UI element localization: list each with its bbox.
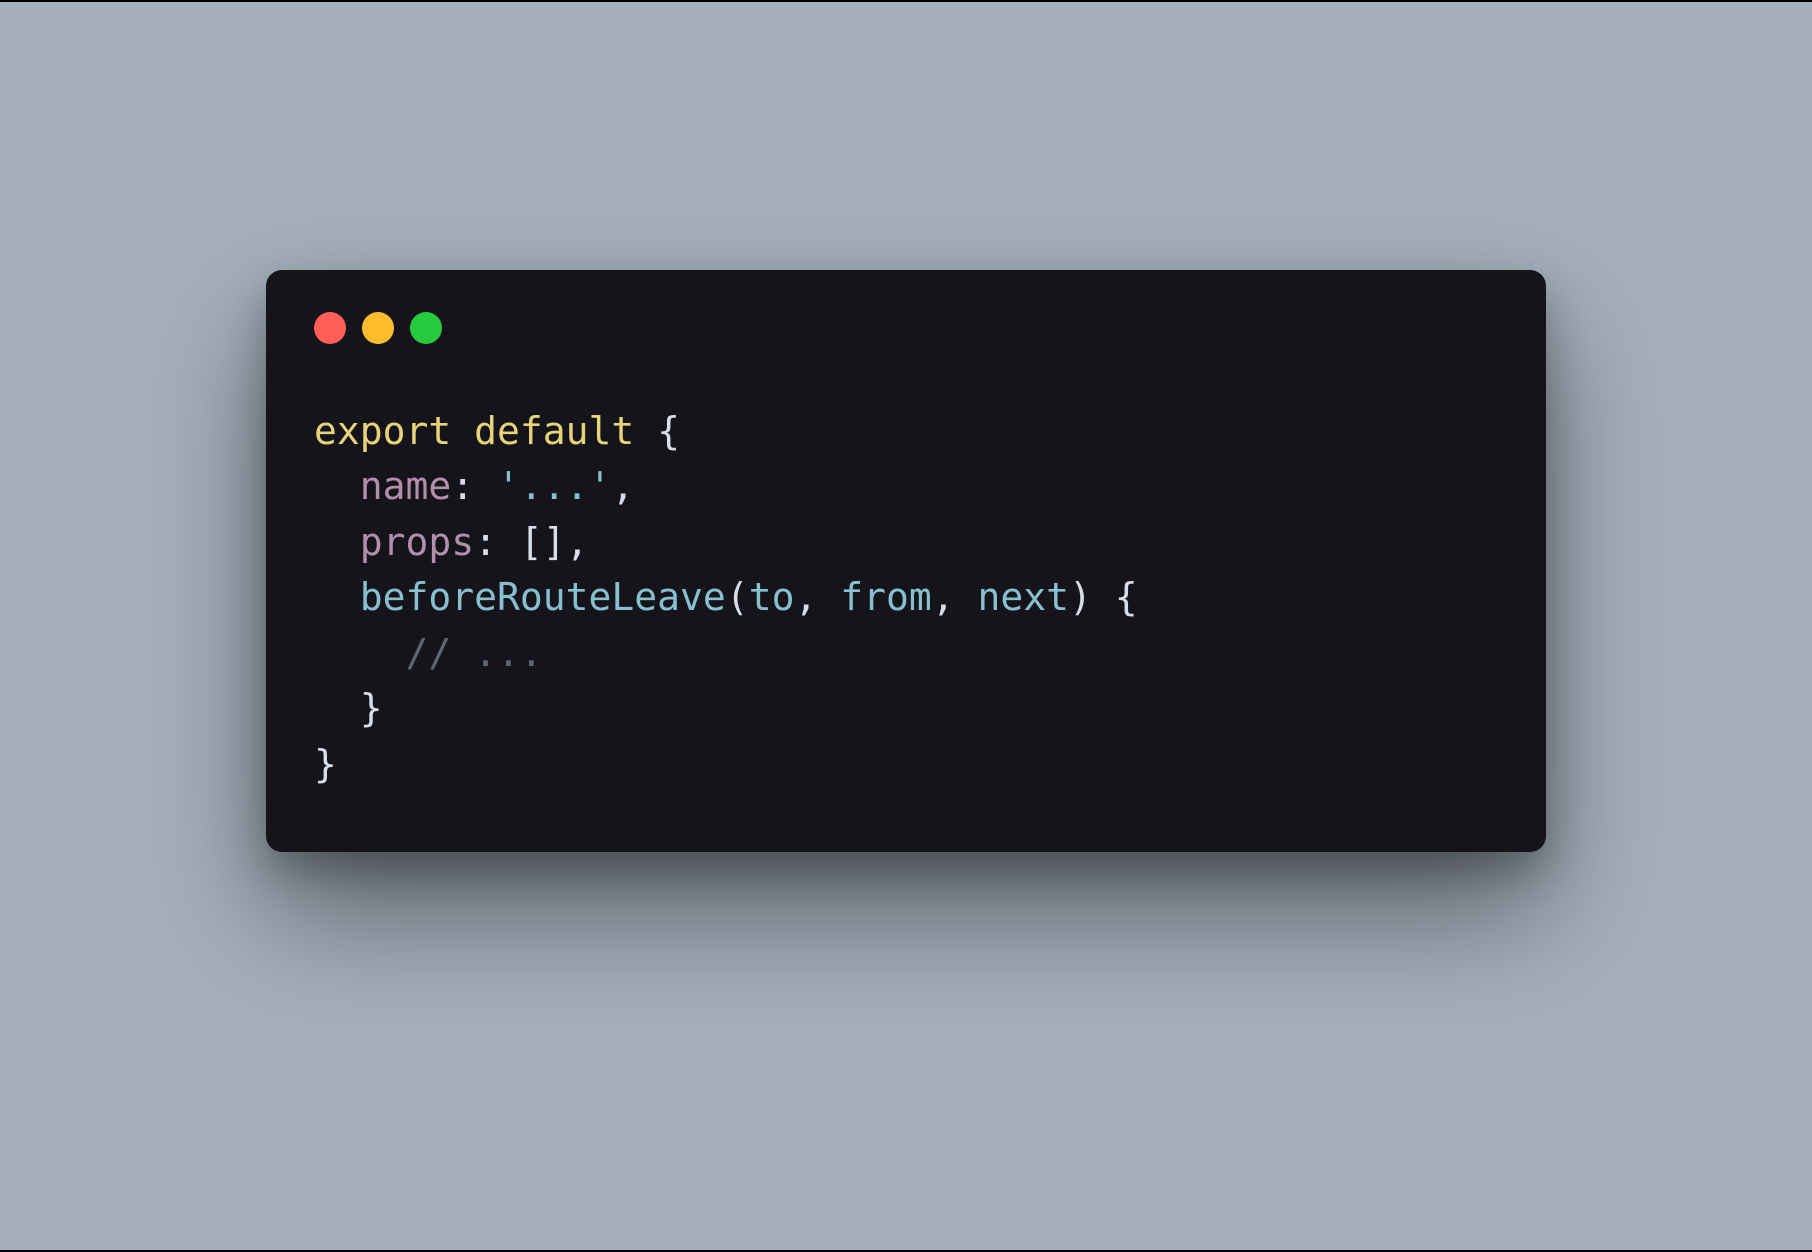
window-titlebar <box>266 270 1546 368</box>
property-props: props <box>360 520 474 564</box>
paren-open: ( <box>726 575 749 619</box>
brace-open: { <box>634 409 680 453</box>
comment: // ... <box>406 631 543 675</box>
indent <box>314 686 360 730</box>
indent <box>314 464 360 508</box>
paren-close-brace: ) { <box>1069 575 1138 619</box>
string-value: '...' <box>497 464 611 508</box>
maximize-icon[interactable] <box>410 312 442 344</box>
property-name: name <box>360 464 452 508</box>
indent <box>314 520 360 564</box>
brace-close: } <box>360 686 383 730</box>
param-to: to <box>749 575 795 619</box>
comma: , <box>611 464 634 508</box>
separator: , <box>794 575 840 619</box>
colon: : <box>451 464 497 508</box>
code-window: export default { name: '...', props: [],… <box>266 270 1546 852</box>
param-next: next <box>978 575 1070 619</box>
close-icon[interactable] <box>314 312 346 344</box>
function-name: beforeRouteLeave <box>360 575 726 619</box>
param-from: from <box>840 575 932 619</box>
array-brackets: [] <box>520 520 566 564</box>
indent <box>314 575 360 619</box>
code-block: export default { name: '...', props: [],… <box>266 368 1546 792</box>
comma: , <box>566 520 589 564</box>
separator: , <box>932 575 978 619</box>
keyword-export-default: export default <box>314 409 634 453</box>
colon: : <box>474 520 520 564</box>
indent <box>314 631 406 675</box>
brace-close: } <box>314 742 337 786</box>
minimize-icon[interactable] <box>362 312 394 344</box>
